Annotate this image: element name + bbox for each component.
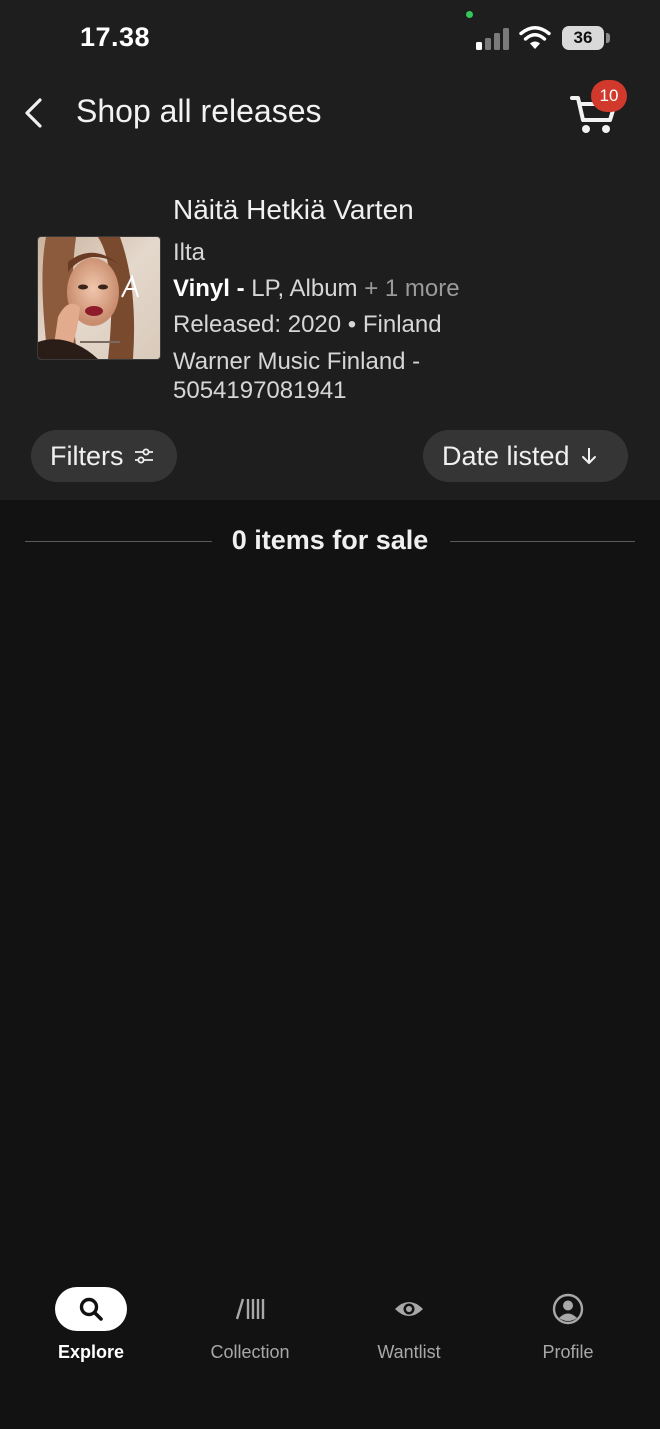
- nav-collection[interactable]: Collection: [180, 1286, 320, 1376]
- page-title: Shop all releases: [76, 93, 322, 129]
- album-cover-image[interactable]: [37, 236, 161, 360]
- status-time: 17.38: [80, 22, 151, 52]
- sort-label: Date listed: [442, 440, 570, 471]
- arrow-down-icon: [581, 448, 596, 464]
- filters-label: Filters: [50, 440, 124, 471]
- sort-button[interactable]: Date listed: [423, 430, 628, 482]
- battery-tip: [606, 33, 610, 43]
- camera-indicator-dot: [466, 11, 473, 18]
- top-section: 17.38 36 Shop all releases 10 Näitä Hetk…: [0, 0, 660, 500]
- wifi-icon: [519, 26, 551, 49]
- profile-icon: [552, 1293, 584, 1325]
- release-format: Vinyl - LP, Album + 1 more: [173, 275, 460, 303]
- chevron-left-icon[interactable]: [18, 92, 52, 134]
- format-more-link[interactable]: + 1 more: [358, 275, 459, 302]
- nav-wantlist[interactable]: Wantlist: [339, 1286, 479, 1376]
- release-label-catalog[interactable]: Warner Music Finland - 5054197081941: [173, 347, 493, 405]
- collection-icon: [235, 1298, 265, 1320]
- nav-profile[interactable]: Profile: [498, 1286, 638, 1376]
- search-icon: [79, 1297, 103, 1321]
- cellular-signal-icon: [476, 28, 510, 50]
- format-type: Vinyl -: [173, 275, 245, 302]
- explore-pill: [55, 1287, 127, 1331]
- nav-label-collection: Collection: [210, 1342, 290, 1362]
- filters-button[interactable]: Filters: [31, 430, 177, 482]
- screen: 17.38 36 Shop all releases 10 Näitä Hetk…: [0, 0, 660, 1429]
- items-for-sale-count: 0 items for sale: [231, 525, 429, 555]
- cart-count-badge: 10: [591, 80, 627, 112]
- nav-explore[interactable]: Explore: [21, 1286, 161, 1376]
- nav-label-wantlist: Wantlist: [377, 1342, 441, 1362]
- format-detail: LP, Album: [244, 275, 358, 302]
- release-date-country: Released: 2020 • Finland: [173, 311, 442, 338]
- release-artist[interactable]: Ilta: [173, 239, 205, 267]
- eye-icon: [395, 1302, 423, 1316]
- release-title: Näitä Hetkiä Varten: [173, 194, 414, 225]
- battery-indicator: 36: [562, 26, 604, 50]
- nav-label-explore: Explore: [57, 1342, 125, 1362]
- sliders-icon: [134, 448, 153, 464]
- nav-label-profile: Profile: [542, 1342, 594, 1362]
